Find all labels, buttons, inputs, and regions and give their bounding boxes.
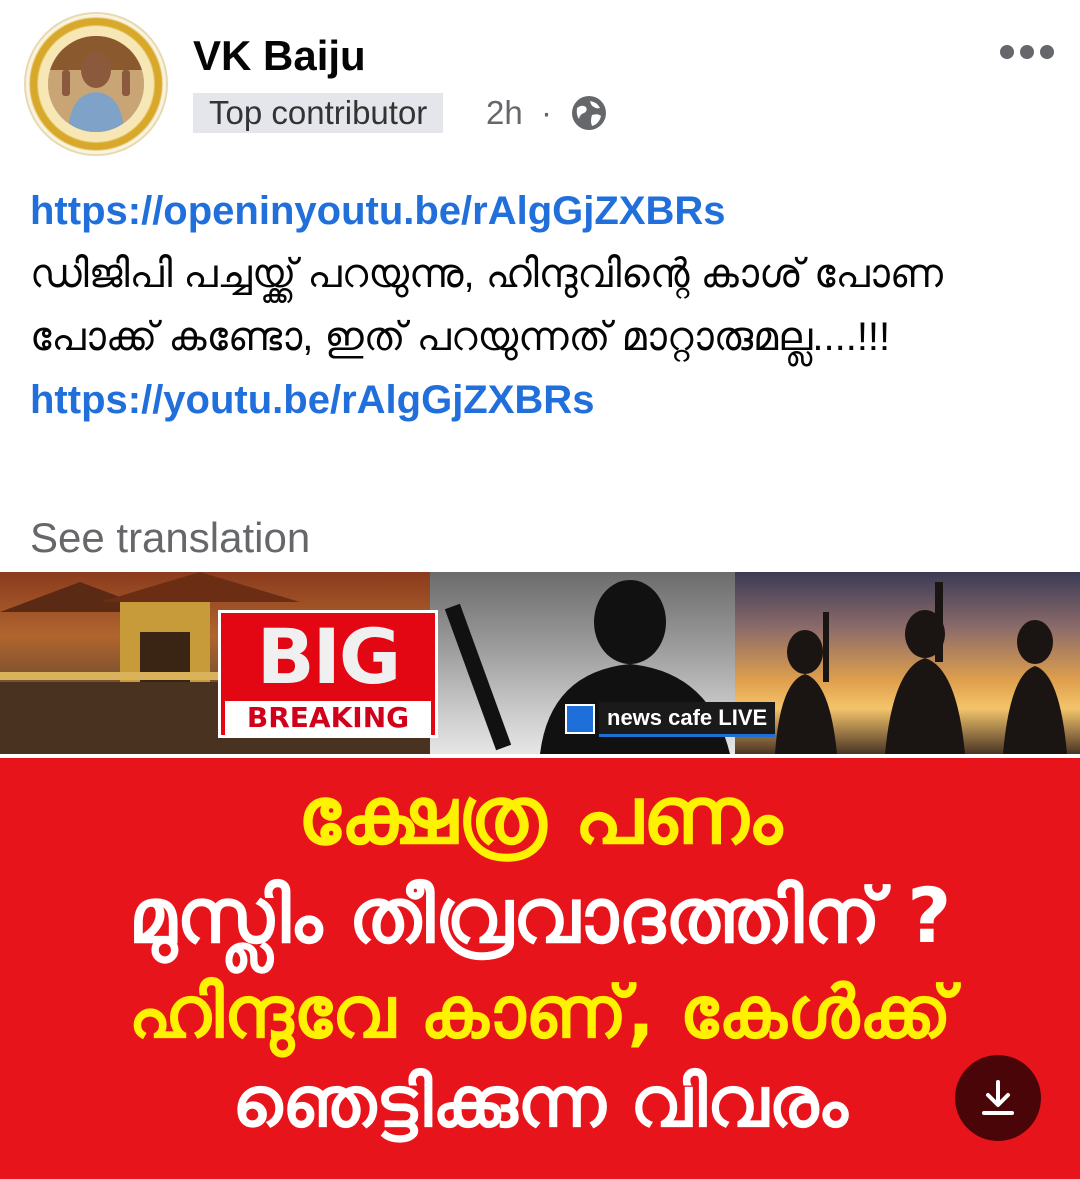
- channel-tag: news cafe LIVE: [565, 701, 776, 737]
- separator-dot: ·: [541, 94, 552, 131]
- video-thumbnail[interactable]: BIG BREAKING news cafe LIVE ക്ഷേത്ര പണം …: [0, 572, 1080, 1179]
- top-contributor-badge: Top contributor: [193, 93, 444, 133]
- channel-logo-square: [565, 704, 595, 734]
- more-dot: [1000, 45, 1014, 59]
- post-link-1[interactable]: https://openinyoutu.be/rAlgGjZXBRs: [30, 189, 726, 233]
- more-dot: [1020, 45, 1034, 59]
- soldiers-silhouette-image: [735, 572, 1080, 754]
- big-label: BIG: [256, 612, 402, 701]
- thumbnail-banner: BIG BREAKING news cafe LIVE: [0, 572, 1080, 754]
- author-name[interactable]: VK Baiju: [193, 32, 366, 80]
- headline-line-2: മുസ്ലിം തീവ്രവാദത്തിന് ?: [128, 871, 952, 960]
- download-button[interactable]: [955, 1055, 1041, 1141]
- breaking-label: BREAKING: [225, 701, 431, 735]
- post-header: VK Baiju Top contributor 2h ·: [0, 0, 1080, 160]
- post-body: ഡിജിപി പച്ചയ്ക്ക് പറയുന്നു, ഹിന്ദുവിന്റെ…: [30, 252, 943, 359]
- download-icon: [982, 1080, 1014, 1115]
- avatar-photo: [48, 36, 144, 132]
- more-icon[interactable]: [998, 34, 1056, 70]
- see-translation-link[interactable]: See translation: [30, 514, 310, 562]
- headline-line-4: ഞെട്ടിക്കുന്ന വിവരം: [232, 1061, 848, 1143]
- headline-line-1: ക്ഷേത്ര പണം: [297, 769, 783, 862]
- post-time[interactable]: 2h: [486, 93, 523, 133]
- post-text: https://openinyoutu.be/rAlgGjZXBRs ഡിജിപ…: [30, 180, 1050, 432]
- post-link-2[interactable]: https://youtu.be/rAlgGjZXBRs: [30, 378, 594, 422]
- headline-panel: ക്ഷേത്ര പണം മുസ്ലിം തീവ്രവാദത്തിന് ? ഹിന…: [0, 754, 1080, 1179]
- big-breaking-logo: BIG BREAKING: [218, 610, 438, 738]
- more-dot: [1040, 45, 1054, 59]
- channel-name: news cafe LIVE: [599, 701, 776, 737]
- globe-icon: [572, 96, 606, 130]
- headline-line-3: ഹിന്ദുവേ കാണ്, കേൾക്ക്: [128, 970, 952, 1054]
- avatar[interactable]: [24, 12, 168, 156]
